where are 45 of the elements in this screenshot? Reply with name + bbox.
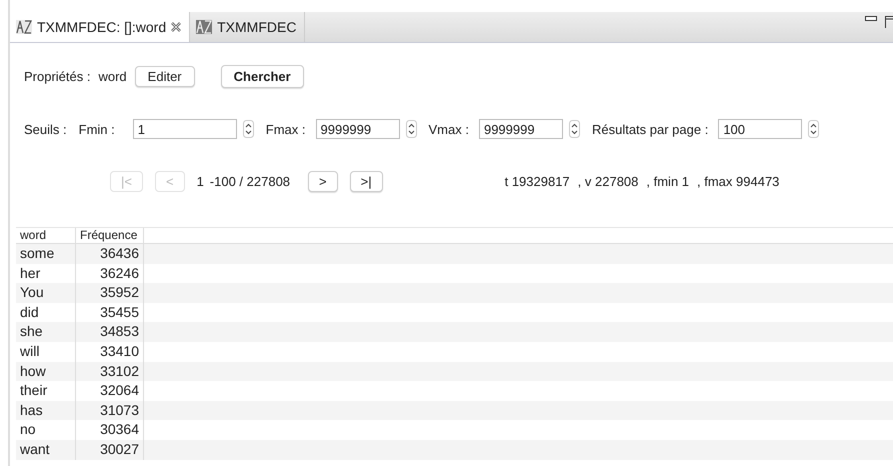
table-cell: 35952	[76, 283, 144, 303]
close-icon[interactable]	[171, 22, 182, 32]
page-range: -100 / 227808	[210, 174, 290, 188]
table-cell: she	[16, 322, 76, 342]
table-cell: 31073	[76, 400, 144, 420]
stat-text: , fmax 994473	[697, 174, 780, 188]
table-cell: want	[16, 440, 76, 460]
spinner-icon[interactable]	[568, 120, 580, 138]
field-label: Fmin :	[78, 122, 115, 136]
table-cell: You	[16, 283, 76, 303]
az-icon	[196, 20, 212, 34]
number-field[interactable]: 9999999	[478, 119, 563, 139]
properties-label: Propriétés :	[24, 68, 90, 84]
column-header[interactable]: Fréquence	[76, 228, 144, 243]
table-cell: how	[16, 362, 76, 382]
spinner-icon[interactable]	[808, 120, 820, 138]
number-field[interactable]: 1	[132, 119, 237, 139]
last-page-button[interactable]: >|	[350, 170, 383, 192]
number-field[interactable]: 100	[718, 119, 802, 139]
minimize-icon[interactable]	[865, 16, 877, 21]
edit-button[interactable]: Editer	[134, 66, 195, 86]
next-page-button[interactable]: >	[308, 170, 338, 192]
field-label: Résultats par page :	[592, 122, 708, 136]
field-label: Fmax :	[266, 122, 306, 136]
property-value: word	[98, 68, 127, 84]
maximize-icon[interactable]	[885, 16, 893, 28]
number-field[interactable]: 9999999	[316, 119, 400, 139]
stat-text: t 19329817	[504, 174, 570, 188]
column-header[interactable]: word	[16, 228, 76, 243]
table-cell: 30027	[76, 440, 144, 460]
table-cell: 36436	[76, 244, 144, 264]
az-icon	[16, 20, 32, 34]
spinner-icon[interactable]	[406, 120, 416, 138]
spinner-icon[interactable]	[242, 120, 254, 138]
stat-text: , v 227808	[578, 174, 638, 188]
search-button[interactable]: Chercher	[220, 64, 304, 88]
stat-text: , fmin 1	[646, 174, 690, 188]
field-label: Vmax :	[428, 122, 469, 136]
table-cell: some	[16, 244, 76, 264]
page-start: 1	[196, 174, 204, 188]
table-cell: has	[16, 400, 76, 420]
table-cell: 33102	[76, 362, 144, 382]
table-cell: 34853	[76, 322, 144, 342]
thresholds-label: Seuils :	[24, 122, 67, 136]
editor-tab[interactable]: TXMMFDEC: []:word	[10, 12, 190, 42]
